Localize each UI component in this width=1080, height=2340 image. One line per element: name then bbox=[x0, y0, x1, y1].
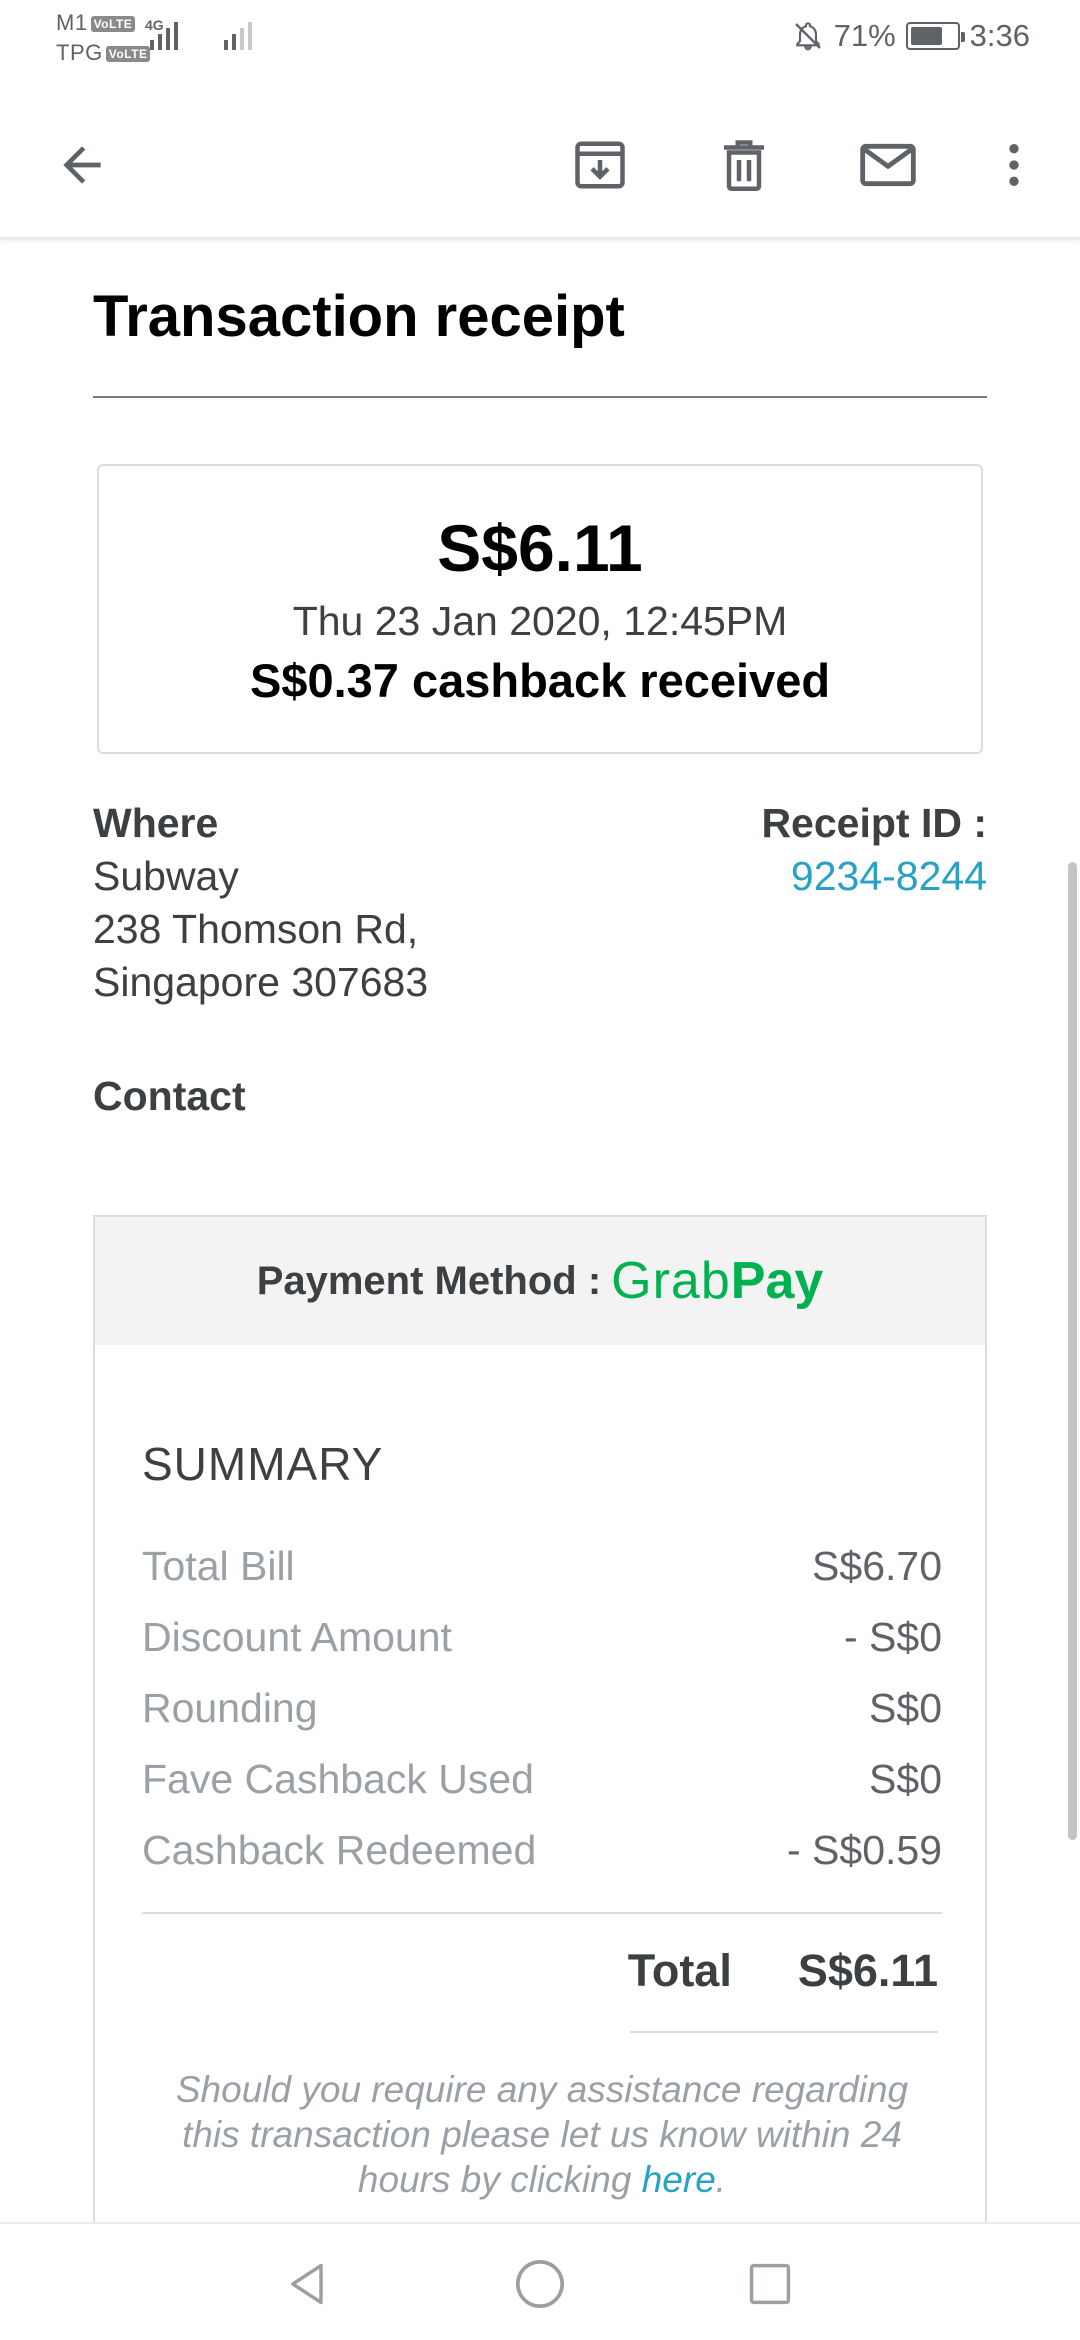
where-label: Where bbox=[93, 800, 219, 846]
address-line-1: 238 Thomson Rd, bbox=[93, 906, 419, 952]
do-not-disturb-icon bbox=[794, 22, 821, 51]
merchant-name: Subway bbox=[93, 853, 239, 899]
summary-row: Cashback Redeemed - S$0.59 bbox=[142, 1827, 942, 1874]
summary-title: SUMMARY bbox=[142, 1438, 384, 1490]
carrier2-label: TPG bbox=[56, 40, 103, 65]
total-divider bbox=[630, 2031, 938, 2033]
receipt-id-label: Receipt ID : bbox=[761, 800, 987, 846]
back-button[interactable] bbox=[44, 127, 120, 203]
summary-row-value: - S$0 bbox=[844, 1614, 942, 1660]
system-nav-bar bbox=[0, 2222, 1080, 2340]
volte-badge: VoLTE bbox=[105, 46, 151, 63]
summary-row-value: S$6.70 bbox=[812, 1543, 942, 1589]
payment-method-header: Payment Method : Grab Pay bbox=[95, 1217, 985, 1345]
logo-part-2: Pay bbox=[730, 1252, 824, 1310]
summary-row-label: Cashback Redeemed bbox=[142, 1827, 537, 1873]
contact-label: Contact bbox=[93, 1073, 246, 1119]
assistance-note: Should you require any assistance regard… bbox=[155, 2067, 929, 2202]
battery-percent: 71% bbox=[833, 18, 896, 53]
more-vert-icon bbox=[1009, 144, 1019, 186]
nav-home-icon bbox=[515, 2259, 565, 2309]
total-row: Total S$6.11 bbox=[628, 1945, 938, 1997]
cashback-received: S$0.37 cashback received bbox=[249, 654, 831, 707]
total-label: Total bbox=[627, 1945, 732, 1996]
title-divider bbox=[93, 396, 987, 398]
summary-row: Rounding S$0 bbox=[142, 1685, 942, 1732]
summary-row-label: Total Bill bbox=[142, 1543, 295, 1589]
mail-icon bbox=[860, 143, 916, 187]
assistance-end: . bbox=[715, 2159, 727, 2200]
assistance-text: Should you require any assistance regard… bbox=[175, 2069, 909, 2200]
app-bar bbox=[0, 85, 1080, 240]
payment-method-label: Payment Method : bbox=[256, 1258, 602, 1303]
nav-home-button[interactable] bbox=[508, 2252, 572, 2316]
summary-row: Discount Amount - S$0 bbox=[142, 1614, 942, 1661]
clock: 3:36 bbox=[969, 18, 1030, 53]
summary-row: Fave Cashback Used S$0 bbox=[142, 1756, 942, 1803]
carrier1-label: M1 bbox=[56, 10, 88, 35]
logo-part-1: Grab bbox=[611, 1252, 731, 1310]
mark-unread-button[interactable] bbox=[850, 127, 926, 203]
archive-button[interactable] bbox=[562, 127, 638, 203]
status-right: 71% 3:36 bbox=[792, 18, 1030, 54]
nav-recent-icon bbox=[749, 2263, 791, 2305]
scrollbar[interactable] bbox=[1068, 862, 1077, 1840]
summary-row-value: S$0 bbox=[869, 1756, 942, 1802]
nav-recent-button[interactable] bbox=[738, 2252, 802, 2316]
volte-badge: VoLTE bbox=[90, 16, 136, 33]
delete-icon bbox=[724, 140, 764, 191]
carrier-m1: M1 VoLTE bbox=[56, 10, 136, 36]
transaction-date: Thu 23 Jan 2020, 12:45PM bbox=[292, 598, 788, 644]
total-value: S$6.11 bbox=[797, 1945, 938, 1996]
more-options-button[interactable] bbox=[976, 127, 1052, 203]
summary-row-value: - S$0.59 bbox=[787, 1827, 942, 1873]
signal-icon-2 bbox=[224, 22, 252, 50]
summary-row-label: Rounding bbox=[142, 1685, 318, 1731]
address-line-2: Singapore 307683 bbox=[93, 959, 429, 1005]
status-bar: M1 VoLTE TPG VoLTE 4G 71% 3:36 bbox=[0, 0, 1080, 75]
nav-back-icon bbox=[291, 2263, 323, 2305]
nav-back-button[interactable] bbox=[276, 2252, 340, 2316]
amount-card: S$6.11 Thu 23 Jan 2020, 12:45PM S$0.37 c… bbox=[97, 464, 983, 754]
summary-row-label: Fave Cashback Used bbox=[142, 1756, 534, 1802]
summary-row-value: S$0 bbox=[869, 1685, 942, 1731]
summary-row-label: Discount Amount bbox=[142, 1614, 452, 1660]
signal-icon bbox=[150, 22, 178, 50]
payment-summary-box: Payment Method : Grab Pay SUMMARY Total B… bbox=[93, 1215, 987, 2225]
summary-row: Total Bill S$6.70 bbox=[142, 1543, 942, 1590]
summary-divider bbox=[142, 1912, 942, 1914]
battery-icon bbox=[905, 22, 965, 50]
grabpay-logo: Grab Pay bbox=[611, 1251, 823, 1311]
amount: S$6.11 bbox=[437, 511, 643, 585]
receipt-title: Transaction receipt bbox=[93, 284, 625, 349]
carrier-tpg: TPG VoLTE bbox=[56, 40, 151, 66]
battery-fill bbox=[910, 27, 942, 45]
assistance-link[interactable]: here bbox=[642, 2159, 716, 2200]
delete-button[interactable] bbox=[706, 127, 782, 203]
back-arrow-icon bbox=[63, 146, 101, 184]
archive-icon bbox=[575, 141, 625, 189]
receipt-id[interactable]: 9234-8244 bbox=[791, 853, 987, 900]
